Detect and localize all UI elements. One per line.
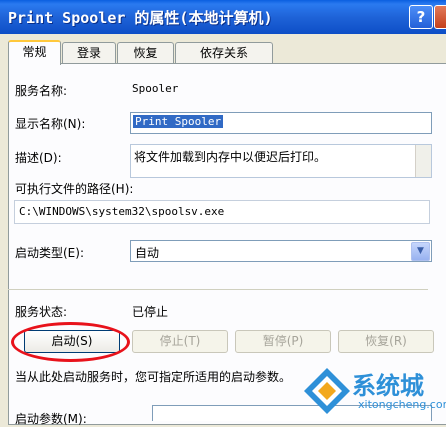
- help-button[interactable]: ?: [409, 5, 433, 29]
- startup-type-value: 自动: [135, 246, 160, 260]
- service-status-label: 服务状态:: [15, 305, 68, 319]
- startup-type-select[interactable]: 自动 ▼: [130, 240, 432, 262]
- pause-button[interactable]: 暂停(P): [235, 330, 331, 353]
- description-label: 描述(D):: [15, 151, 62, 165]
- close-button[interactable]: [434, 5, 446, 29]
- startup-type-label: 启动类型(E):: [15, 246, 84, 260]
- watermark-brand: 系统城: [352, 372, 424, 400]
- divider: [8, 289, 428, 290]
- tab-recovery[interactable]: 恢复: [117, 42, 174, 63]
- description-field[interactable]: 将文件加载到内存中以便迟后打印。: [130, 144, 432, 178]
- title-bar: Print Spooler 的属性(本地计算机) ?: [0, 0, 446, 34]
- service-name-value: Spooler: [132, 82, 179, 95]
- service-name-label: 服务名称:: [15, 84, 68, 98]
- tab-dependencies[interactable]: 依存关系: [175, 42, 273, 63]
- exe-path-label: 可执行文件的路径(H):: [15, 182, 134, 196]
- display-name-value: Print Spooler: [133, 115, 224, 128]
- watermark: 系统城 xitongcheng.com: [300, 360, 446, 420]
- exe-path-field[interactable]: C:\WINDOWS\system32\spoolsv.exe: [14, 200, 430, 224]
- tab-logon[interactable]: 登录: [62, 42, 116, 63]
- stop-button[interactable]: 停止(T): [132, 330, 228, 353]
- display-name-field[interactable]: Print Spooler: [130, 112, 432, 134]
- watermark-logo-icon: [304, 368, 350, 414]
- window-title: Print Spooler 的属性(本地计算机): [8, 9, 273, 27]
- resume-button[interactable]: 恢复(R): [338, 330, 434, 353]
- chevron-down-icon[interactable]: ▼: [411, 242, 430, 261]
- start-params-note: 当从此处启动服务时，您可指定所适用的启动参数。: [15, 370, 292, 384]
- highlight-ellipse: [11, 322, 130, 362]
- tab-general[interactable]: 常规: [8, 40, 61, 65]
- description-value: 将文件加载到内存中以便迟后打印。: [134, 150, 327, 164]
- exe-path-value: C:\WINDOWS\system32\spoolsv.exe: [19, 205, 225, 218]
- start-params-label: 启动参数(M):: [15, 412, 87, 426]
- watermark-domain: xitongcheng.com: [358, 398, 446, 411]
- service-status-value: 已停止: [132, 305, 169, 319]
- display-name-label: 显示名称(N):: [15, 117, 86, 131]
- description-scrollbar[interactable]: [415, 145, 431, 177]
